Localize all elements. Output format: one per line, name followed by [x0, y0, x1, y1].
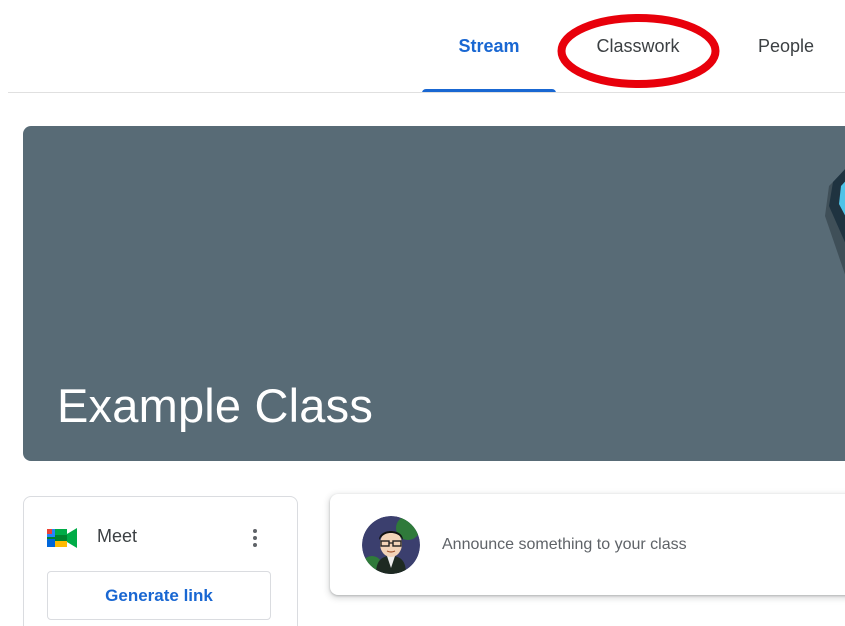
tab-people-label: People [757, 35, 815, 56]
class-title: Example Class [57, 379, 374, 432]
tab-bar-divider [8, 92, 845, 93]
tab-classwork[interactable]: Classwork [570, 0, 706, 92]
tab-people[interactable]: People [740, 0, 832, 92]
banner-illustration [825, 169, 845, 275]
meet-card: Meet Generate link [23, 496, 298, 626]
generate-link-button[interactable]: Generate link [47, 571, 271, 620]
announce-placeholder: Announce something to your class [442, 536, 687, 553]
class-banner: Example Class [23, 126, 845, 461]
more-vert-icon[interactable] [248, 523, 262, 553]
tab-classwork-label: Classwork [596, 35, 680, 56]
meet-label: Meet [97, 526, 138, 546]
tab-stream-label: Stream [458, 35, 520, 56]
tab-stream[interactable]: Stream [422, 0, 556, 93]
announce-input[interactable]: Announce something to your class [330, 494, 845, 595]
top-tab-bar: Stream Classwork People [0, 0, 845, 93]
google-meet-icon [47, 528, 77, 548]
user-avatar [362, 516, 420, 574]
classroom-page: Stream Classwork People Example Class Me… [0, 0, 845, 626]
